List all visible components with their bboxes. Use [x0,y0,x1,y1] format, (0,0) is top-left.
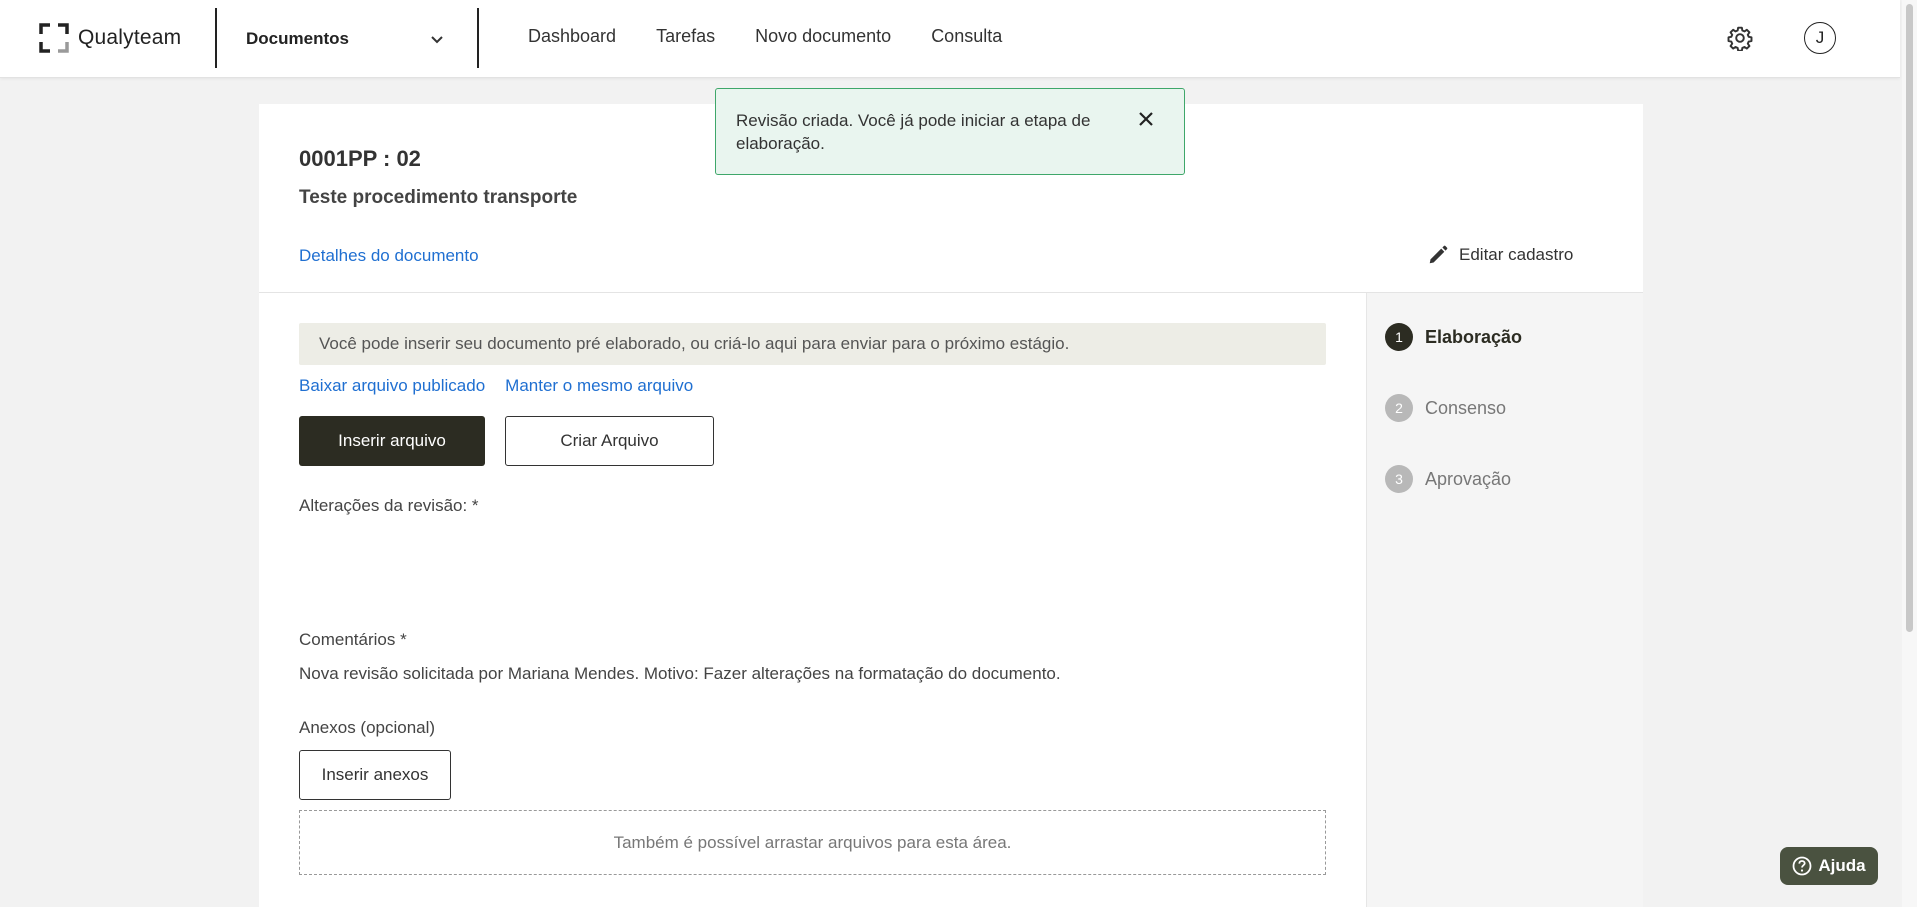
document-details-link[interactable]: Detalhes do documento [299,246,479,266]
step-aprovacao[interactable]: 3 Aprovação [1385,465,1511,493]
insert-attachments-button[interactable]: Inserir anexos [299,750,451,800]
attachments-label: Anexos (opcional) [299,718,436,737]
page-scrollbar[interactable] [1902,0,1917,907]
document-card: 0001PP : 02 Teste procedimento transport… [259,104,1643,907]
download-published-file-link[interactable]: Baixar arquivo publicado [299,376,485,396]
keep-same-file-link[interactable]: Manter o mesmo arquivo [505,376,693,396]
header-divider [215,8,217,68]
file-dropzone[interactable]: Também é possível arrastar arquivos para… [299,810,1326,875]
step-label: Elaboração [1425,326,1523,347]
file-links: Baixar arquivo publicado Manter o mesmo … [299,376,693,396]
scrollbar-thumb[interactable] [1906,4,1913,632]
step-number: 2 [1385,394,1413,422]
gear-icon[interactable] [1727,25,1753,51]
step-number: 1 [1385,323,1413,351]
logo-text: Qualyteam [78,26,182,49]
step-label: Aprovação [1425,468,1512,489]
info-text: Você pode inserir seu documento pré elab… [319,334,1070,353]
help-label: Ajuda [1818,856,1866,875]
stage-stepper-panel [1366,293,1643,907]
info-banner: Você pode inserir seu documento pré elab… [299,323,1326,365]
step-consenso[interactable]: 2 Consenso [1385,394,1506,422]
user-avatar[interactable]: J [1804,22,1836,54]
module-selector[interactable]: Documentos [246,25,446,53]
avatar-initial: J [1815,28,1825,47]
qualyteam-logo[interactable]: Qualyteam [38,22,181,54]
edit-registration-label: Editar cadastro [1459,245,1574,264]
qualyteam-logo-icon [39,23,69,53]
document-code: 0001PP : 02 [299,146,421,171]
toast-message: Revisão criada. Você já pode iniciar a e… [736,111,1091,153]
header-divider [477,8,479,68]
help-button[interactable]: Ajuda [1780,847,1878,885]
revision-changes-label: Alterações da revisão: * [299,496,479,515]
module-label: Documentos [246,29,349,48]
pencil-icon [1429,245,1448,264]
dropzone-text: Também é possível arrastar arquivos para… [613,832,1012,852]
success-toast: Revisão criada. Você já pode iniciar a e… [715,88,1185,175]
document-title: Teste procedimento transporte [299,187,578,208]
nav-consulta[interactable]: Consulta [931,26,1002,47]
top-navigation-bar: Qualyteam Documentos Dashboard Tarefas N… [0,0,1900,78]
main-nav: Dashboard Tarefas Novo documento Consult… [528,26,1002,47]
close-icon[interactable] [1136,109,1156,129]
chevron-down-icon [431,36,443,44]
step-elaboracao[interactable]: 1 Elaboração [1385,323,1522,351]
comments-label: Comentários * [299,630,407,649]
insert-file-button[interactable]: Inserir arquivo [299,416,485,466]
step-number: 3 [1385,465,1413,493]
question-circle-icon [1792,856,1812,876]
nav-novo-documento[interactable]: Novo documento [755,26,891,47]
create-file-button[interactable]: Criar Arquivo [505,416,714,466]
nav-tarefas[interactable]: Tarefas [656,26,715,47]
edit-registration-button[interactable]: Editar cadastro [1427,244,1573,266]
comments-value: Nova revisão solicitada por Mariana Mend… [299,664,1061,683]
nav-dashboard[interactable]: Dashboard [528,26,616,47]
step-label: Consenso [1425,397,1507,418]
